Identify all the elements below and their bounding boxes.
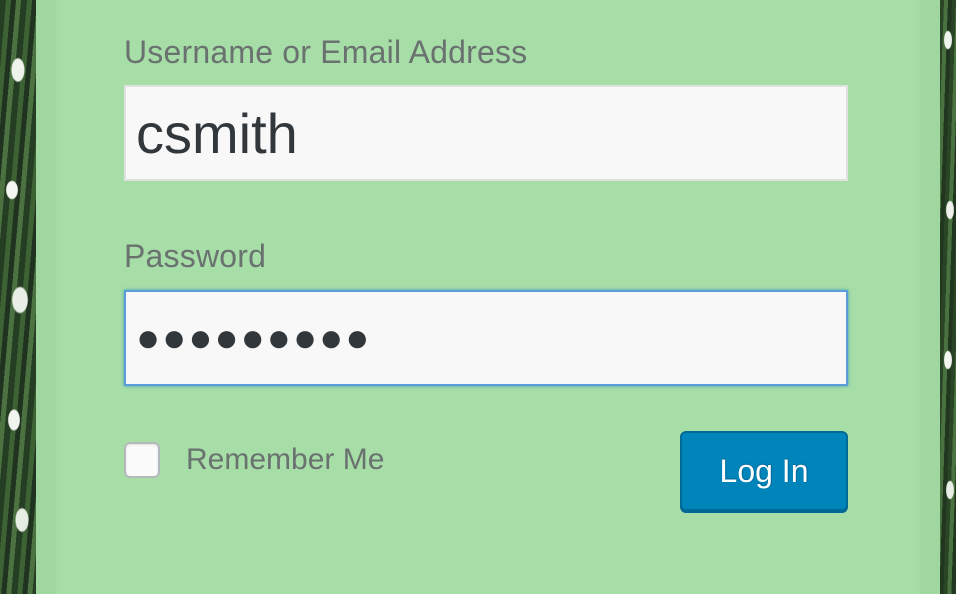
- remember-me-row: Remember Me: [124, 440, 384, 480]
- username-input[interactable]: [124, 85, 848, 181]
- password-input[interactable]: [124, 290, 848, 386]
- background-photo-right: [940, 0, 956, 594]
- username-label: Username or Email Address: [124, 34, 528, 70]
- remember-me-label[interactable]: Remember Me: [186, 443, 384, 477]
- password-label: Password: [124, 238, 267, 274]
- remember-me-checkbox[interactable]: [124, 442, 160, 478]
- background-photo-left: [0, 0, 36, 594]
- login-button[interactable]: Log In: [680, 431, 848, 511]
